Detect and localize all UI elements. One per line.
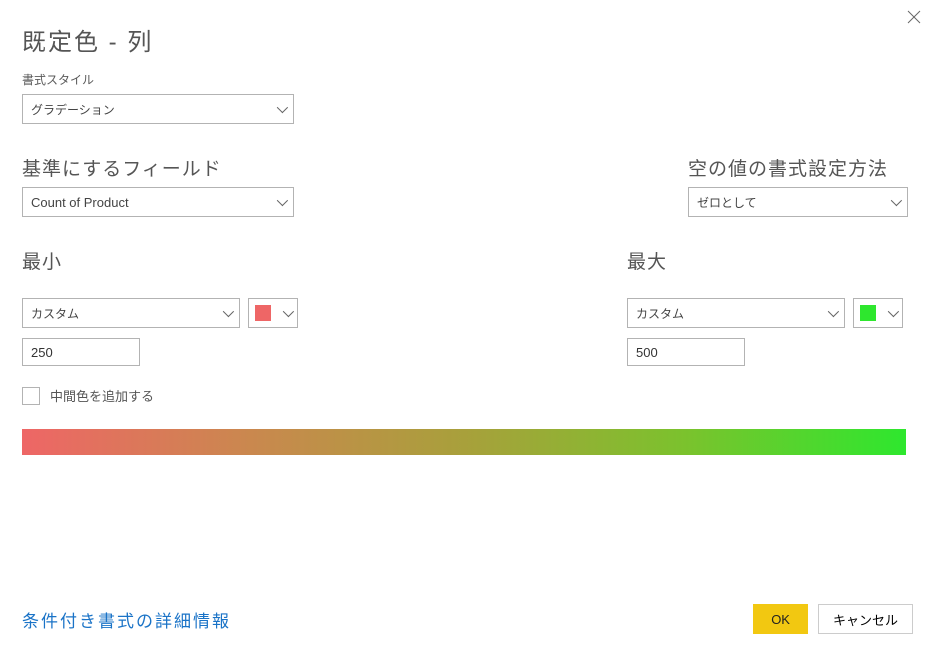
maximum-value-input[interactable] — [627, 338, 745, 366]
chevron-down-icon — [283, 306, 294, 317]
minimum-type-dropdown[interactable]: カスタム — [22, 298, 240, 328]
maximum-label: 最大 — [627, 247, 913, 274]
minimum-label: 最小 — [22, 247, 298, 274]
minimum-color-swatch — [255, 305, 271, 321]
maximum-color-swatch — [860, 305, 876, 321]
base-field-label: 基準にするフィールド — [22, 154, 294, 181]
empty-format-value: ゼロとして — [697, 194, 757, 211]
chevron-down-icon — [223, 306, 234, 317]
cancel-button[interactable]: キャンセル — [818, 604, 913, 634]
maximum-type-dropdown[interactable]: カスタム — [627, 298, 845, 328]
maximum-type-value: カスタム — [636, 305, 684, 322]
minimum-value-input[interactable] — [22, 338, 140, 366]
format-style-label: 書式スタイル — [22, 71, 913, 88]
ok-button[interactable]: OK — [753, 604, 808, 634]
format-style-value: グラデーション — [31, 101, 115, 118]
add-middle-color-checkbox[interactable] — [22, 387, 40, 405]
chevron-down-icon — [277, 102, 288, 113]
close-icon[interactable] — [907, 8, 921, 28]
chevron-down-icon — [888, 306, 899, 317]
chevron-down-icon — [891, 195, 902, 206]
add-middle-color-label: 中間色を追加する — [50, 386, 154, 405]
format-style-dropdown[interactable]: グラデーション — [22, 94, 294, 124]
empty-format-dropdown[interactable]: ゼロとして — [688, 187, 908, 217]
base-field-value: Count of Product — [31, 195, 129, 210]
minimum-type-value: カスタム — [31, 305, 79, 322]
chevron-down-icon — [277, 195, 288, 206]
minimum-color-picker[interactable] — [248, 298, 298, 328]
dialog-title: 既定色 - 列 — [22, 22, 913, 57]
gradient-preview — [22, 429, 906, 455]
base-field-dropdown[interactable]: Count of Product — [22, 187, 294, 217]
chevron-down-icon — [828, 306, 839, 317]
maximum-color-picker[interactable] — [853, 298, 903, 328]
empty-format-label: 空の値の書式設定方法 — [688, 154, 913, 181]
conditional-formatting-link[interactable]: 条件付き書式の詳細情報 — [22, 607, 231, 632]
